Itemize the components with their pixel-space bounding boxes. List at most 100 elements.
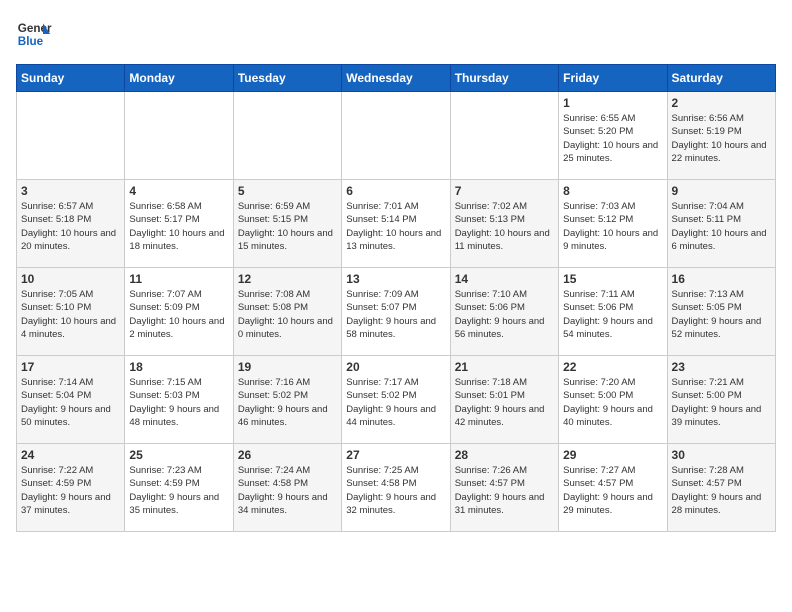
weekday-header-saturday: Saturday	[667, 65, 775, 92]
day-number: 1	[563, 96, 662, 110]
calendar-cell: 14 Sunrise: 7:10 AM Sunset: 5:06 PM Dayli…	[450, 268, 558, 356]
day-info: Sunrise: 7:27 AM Sunset: 4:57 PM Dayligh…	[563, 464, 662, 517]
week-row-1: 1 Sunrise: 6:55 AM Sunset: 5:20 PM Daylig…	[17, 92, 776, 180]
day-info: Sunrise: 7:04 AM Sunset: 5:11 PM Dayligh…	[672, 200, 771, 253]
day-number: 30	[672, 448, 771, 462]
calendar-cell: 19 Sunrise: 7:16 AM Sunset: 5:02 PM Dayli…	[233, 356, 341, 444]
calendar-cell: 12Sunrise: 7:08 AM Sunset: 5:08 PM Dayli…	[233, 268, 341, 356]
week-row-2: 3 Sunrise: 6:57 AM Sunset: 5:18 PM Daylig…	[17, 180, 776, 268]
calendar-cell: 2 Sunrise: 6:56 AM Sunset: 5:19 PM Daylig…	[667, 92, 775, 180]
week-row-5: 24Sunrise: 7:22 AM Sunset: 4:59 PM Dayli…	[17, 444, 776, 532]
day-info: Sunrise: 7:10 AM Sunset: 5:06 PM Dayligh…	[455, 288, 554, 341]
weekday-header-tuesday: Tuesday	[233, 65, 341, 92]
calendar-cell: 11 Sunrise: 7:07 AM Sunset: 5:09 PM Dayli…	[125, 268, 233, 356]
weekday-header-wednesday: Wednesday	[342, 65, 450, 92]
calendar-cell: 7Sunrise: 7:02 AM Sunset: 5:13 PM Daylig…	[450, 180, 558, 268]
day-number: 28	[455, 448, 554, 462]
day-number: 19	[238, 360, 337, 374]
day-number: 13	[346, 272, 445, 286]
day-info: Sunrise: 7:11 AM Sunset: 5:06 PM Dayligh…	[563, 288, 662, 341]
day-info: Sunrise: 7:07 AM Sunset: 5:09 PM Dayligh…	[129, 288, 228, 341]
day-number: 14	[455, 272, 554, 286]
day-number: 25	[129, 448, 228, 462]
day-info: Sunrise: 7:22 AM Sunset: 4:59 PM Dayligh…	[21, 464, 120, 517]
calendar-cell: 9 Sunrise: 7:04 AM Sunset: 5:11 PM Daylig…	[667, 180, 775, 268]
calendar-cell	[233, 92, 341, 180]
day-number: 2	[672, 96, 771, 110]
day-number: 9	[672, 184, 771, 198]
calendar-body: 1 Sunrise: 6:55 AM Sunset: 5:20 PM Daylig…	[17, 92, 776, 532]
calendar-cell	[450, 92, 558, 180]
day-info: Sunrise: 7:13 AM Sunset: 5:05 PM Dayligh…	[672, 288, 771, 341]
weekday-header-thursday: Thursday	[450, 65, 558, 92]
day-number: 17	[21, 360, 120, 374]
calendar-cell: 20Sunrise: 7:17 AM Sunset: 5:02 PM Dayli…	[342, 356, 450, 444]
calendar-table: SundayMondayTuesdayWednesdayThursdayFrid…	[16, 64, 776, 532]
day-info: Sunrise: 7:17 AM Sunset: 5:02 PM Dayligh…	[346, 376, 445, 429]
calendar-cell: 3 Sunrise: 6:57 AM Sunset: 5:18 PM Daylig…	[17, 180, 125, 268]
logo-icon: General Blue	[16, 16, 52, 52]
calendar-cell: 6 Sunrise: 7:01 AM Sunset: 5:14 PM Daylig…	[342, 180, 450, 268]
day-number: 10	[21, 272, 120, 286]
calendar-cell: 25 Sunrise: 7:23 AM Sunset: 4:59 PM Dayli…	[125, 444, 233, 532]
calendar-cell: 28 Sunrise: 7:26 AM Sunset: 4:57 PM Dayli…	[450, 444, 558, 532]
weekday-header-monday: Monday	[125, 65, 233, 92]
calendar-cell: 23 Sunrise: 7:21 AM Sunset: 5:00 PM Dayli…	[667, 356, 775, 444]
day-info: Sunrise: 6:56 AM Sunset: 5:19 PM Dayligh…	[672, 112, 771, 165]
day-info: Sunrise: 7:16 AM Sunset: 5:02 PM Dayligh…	[238, 376, 337, 429]
weekday-header-sunday: Sunday	[17, 65, 125, 92]
calendar-cell: 1 Sunrise: 6:55 AM Sunset: 5:20 PM Daylig…	[559, 92, 667, 180]
calendar-cell: 29 Sunrise: 7:27 AM Sunset: 4:57 PM Dayli…	[559, 444, 667, 532]
day-info: Sunrise: 7:21 AM Sunset: 5:00 PM Dayligh…	[672, 376, 771, 429]
day-number: 11	[129, 272, 228, 286]
day-number: 23	[672, 360, 771, 374]
logo: General Blue	[16, 16, 52, 52]
day-info: Sunrise: 7:15 AM Sunset: 5:03 PM Dayligh…	[129, 376, 228, 429]
page-header: General Blue	[16, 16, 776, 52]
day-info: Sunrise: 7:26 AM Sunset: 4:57 PM Dayligh…	[455, 464, 554, 517]
calendar-cell: 26 Sunrise: 7:24 AM Sunset: 4:58 PM Dayli…	[233, 444, 341, 532]
day-number: 18	[129, 360, 228, 374]
day-info: Sunrise: 6:57 AM Sunset: 5:18 PM Dayligh…	[21, 200, 120, 253]
day-info: Sunrise: 7:03 AM Sunset: 5:12 PM Dayligh…	[563, 200, 662, 253]
day-info: Sunrise: 6:55 AM Sunset: 5:20 PM Dayligh…	[563, 112, 662, 165]
day-info: Sunrise: 7:20 AM Sunset: 5:00 PM Dayligh…	[563, 376, 662, 429]
weekday-header-row: SundayMondayTuesdayWednesdayThursdayFrid…	[17, 65, 776, 92]
day-info: Sunrise: 7:28 AM Sunset: 4:57 PM Dayligh…	[672, 464, 771, 517]
day-info: Sunrise: 7:09 AM Sunset: 5:07 PM Dayligh…	[346, 288, 445, 341]
day-info: Sunrise: 7:25 AM Sunset: 4:58 PM Dayligh…	[346, 464, 445, 517]
day-info: Sunrise: 7:24 AM Sunset: 4:58 PM Dayligh…	[238, 464, 337, 517]
day-number: 26	[238, 448, 337, 462]
calendar-cell	[342, 92, 450, 180]
calendar-cell: 16 Sunrise: 7:13 AM Sunset: 5:05 PM Dayli…	[667, 268, 775, 356]
day-number: 22	[563, 360, 662, 374]
day-number: 7	[455, 184, 554, 198]
calendar-cell: 17 Sunrise: 7:14 AM Sunset: 5:04 PM Dayli…	[17, 356, 125, 444]
day-info: Sunrise: 7:14 AM Sunset: 5:04 PM Dayligh…	[21, 376, 120, 429]
day-info: Sunrise: 6:59 AM Sunset: 5:15 PM Dayligh…	[238, 200, 337, 253]
day-number: 8	[563, 184, 662, 198]
calendar-cell: 30 Sunrise: 7:28 AM Sunset: 4:57 PM Dayli…	[667, 444, 775, 532]
day-info: Sunrise: 7:05 AM Sunset: 5:10 PM Dayligh…	[21, 288, 120, 341]
day-number: 3	[21, 184, 120, 198]
day-number: 5	[238, 184, 337, 198]
weekday-header-friday: Friday	[559, 65, 667, 92]
week-row-3: 10 Sunrise: 7:05 AM Sunset: 5:10 PM Dayli…	[17, 268, 776, 356]
day-number: 6	[346, 184, 445, 198]
calendar-cell: 8 Sunrise: 7:03 AM Sunset: 5:12 PM Daylig…	[559, 180, 667, 268]
calendar-cell	[125, 92, 233, 180]
day-info: Sunrise: 7:18 AM Sunset: 5:01 PM Dayligh…	[455, 376, 554, 429]
calendar-cell	[17, 92, 125, 180]
calendar-cell: 5 Sunrise: 6:59 AM Sunset: 5:15 PM Daylig…	[233, 180, 341, 268]
calendar-cell: 10 Sunrise: 7:05 AM Sunset: 5:10 PM Dayli…	[17, 268, 125, 356]
day-info: Sunrise: 7:23 AM Sunset: 4:59 PM Dayligh…	[129, 464, 228, 517]
day-number: 12	[238, 272, 337, 286]
day-number: 16	[672, 272, 771, 286]
day-number: 29	[563, 448, 662, 462]
day-info: Sunrise: 7:01 AM Sunset: 5:14 PM Dayligh…	[346, 200, 445, 253]
day-info: Sunrise: 6:58 AM Sunset: 5:17 PM Dayligh…	[129, 200, 228, 253]
day-number: 15	[563, 272, 662, 286]
calendar-cell: 22 Sunrise: 7:20 AM Sunset: 5:00 PM Dayli…	[559, 356, 667, 444]
calendar-cell: 21Sunrise: 7:18 AM Sunset: 5:01 PM Dayli…	[450, 356, 558, 444]
day-number: 4	[129, 184, 228, 198]
